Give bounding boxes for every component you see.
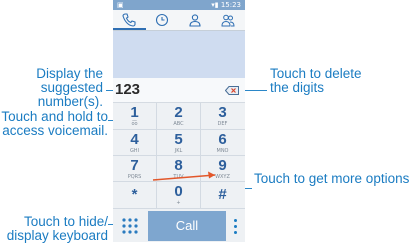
status-clock: ▾▮ 15:23: [211, 1, 241, 9]
tab-contacts[interactable]: [179, 10, 212, 30]
swipe-arrow-icon: [152, 171, 216, 181]
dialed-number[interactable]: 123: [115, 82, 140, 98]
backspace-icon[interactable]: [225, 86, 239, 95]
suggestion-area: [113, 31, 245, 78]
callout-hide-keyboard: Touch to hide/ display keyboard: [6, 214, 108, 243]
phone-screen: ▣ ▾▮ 15:23 123 1 o͞o 2 ABC 3 DEF 4 GHI 5 JKL: [113, 0, 245, 242]
dial-keypad: 1 o͞o 2 ABC 3 DEF 4 GHI 5 JKL 6 MNO 7 PQRS 8 TUV…: [113, 103, 245, 209]
contact-icon: [189, 14, 201, 27]
tab-dialer[interactable]: [113, 10, 146, 30]
callout-display-number: Display the suggested number(s).: [36, 66, 103, 109]
status-bar: ▣ ▾▮ 15:23: [113, 0, 245, 10]
number-input-row: 123: [113, 78, 245, 103]
more-options-icon[interactable]: [231, 217, 241, 237]
dialer-bottom-bar: Call: [113, 210, 245, 242]
keypad-toggle-icon[interactable]: [118, 214, 142, 238]
tab-groups[interactable]: [212, 10, 245, 30]
call-button[interactable]: Call: [148, 211, 226, 241]
tab-bar: [113, 10, 245, 31]
callout-voicemail: Touch and hold to access voicemail.: [1, 109, 108, 138]
notification-icon: ▣: [117, 1, 124, 9]
callout-more-options: Touch to get more options: [254, 171, 410, 186]
tab-call-log[interactable]: [146, 10, 179, 30]
group-icon: [221, 14, 235, 27]
leader-delete-digits: [245, 90, 267, 91]
phone-icon: [122, 13, 136, 27]
callout-delete-digits: Touch to delete the digits: [270, 66, 362, 95]
clock-icon: [155, 13, 169, 27]
